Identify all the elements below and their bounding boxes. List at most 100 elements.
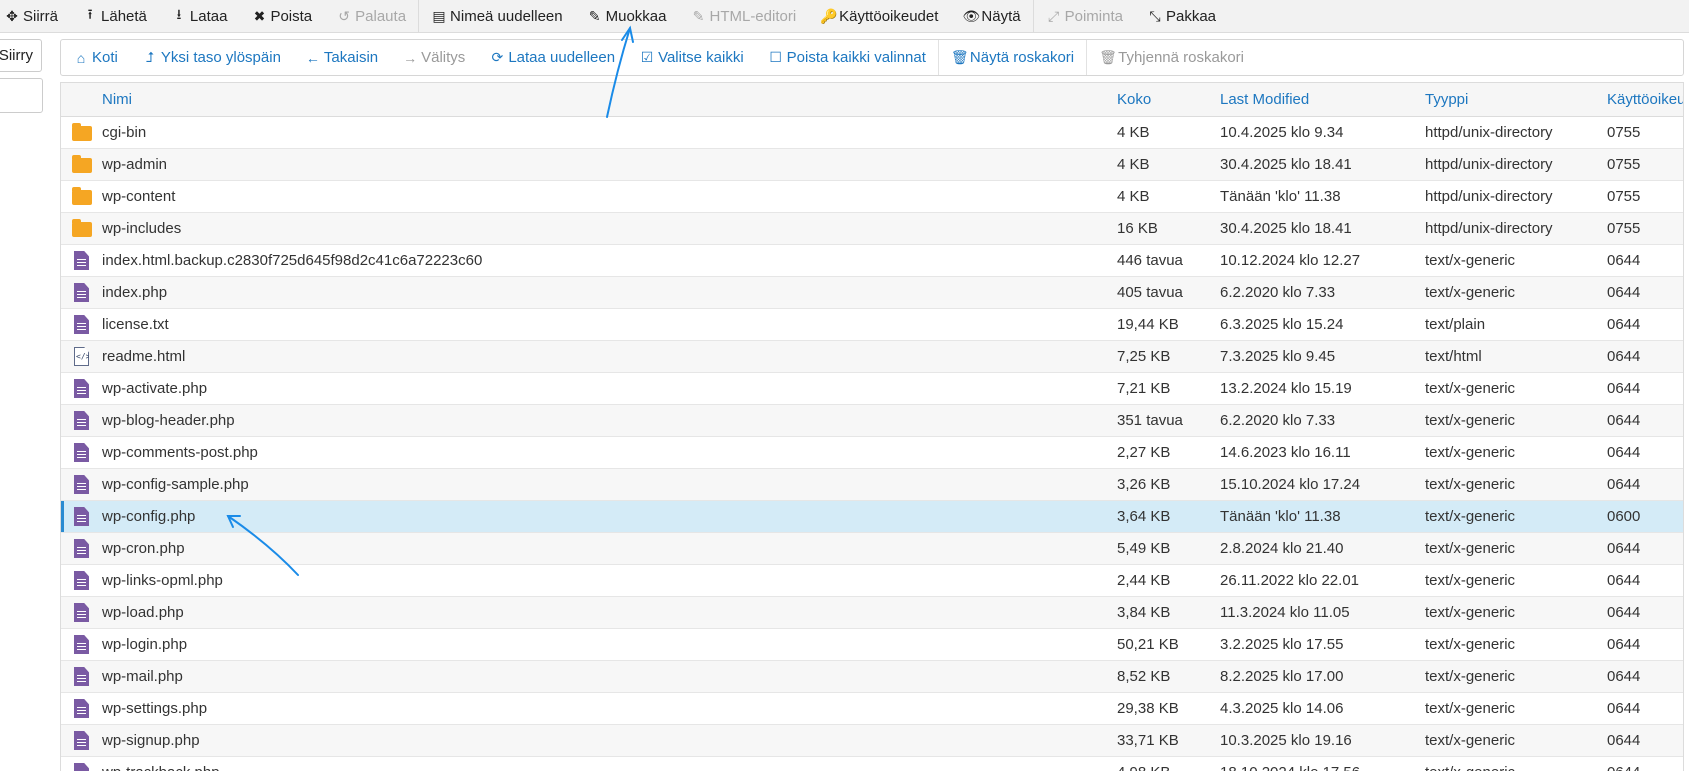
table-row[interactable]: wp-comments-post.php 2,27 KB 14.6.2023 klo… — [61, 436, 1683, 469]
file-name[interactable]: readme.html — [102, 340, 1113, 373]
toolbar-extract-button: ⤢ Poiminta — [1034, 0, 1135, 32]
table-row[interactable]: </> readme.html 7,25 KB 7.3.2025 klo 9.45 te… — [61, 340, 1683, 373]
file-name[interactable]: wp-comments-post.php — [102, 436, 1113, 469]
toolbar-rename-file-button[interactable]: ▤ Nimeä uudelleen — [419, 0, 575, 32]
table-row[interactable]: wp-content 4 KB Tänään 'klo' 11.38 httpd/un… — [61, 180, 1683, 213]
table-row[interactable]: wp-mail.php 8,52 KB 8.2.2025 klo 17.00 text… — [61, 660, 1683, 693]
nav-trash-button[interactable]: 🗑 Näytä roskakori — [939, 40, 1086, 75]
file-name[interactable]: wp-admin — [102, 148, 1113, 181]
toolbar-button-label: Palauta — [355, 7, 407, 25]
file-size: 446 tavua — [1113, 244, 1216, 277]
nav-arrow-right-button: → Välitys — [390, 40, 477, 75]
toolbar-download-button[interactable]: ⭳ Lataa — [159, 0, 240, 32]
column-header-type[interactable]: Tyyppi — [1421, 83, 1603, 117]
toolbar-button-label: Käyttöoikeudet — [839, 7, 939, 25]
file-name[interactable]: wp-login.php — [102, 628, 1113, 661]
row-icon-cell — [61, 148, 102, 181]
toolbar-move-button[interactable]: ✥ Siirrä — [0, 0, 70, 32]
row-icon-cell — [61, 116, 102, 149]
table-row[interactable]: wp-config.php 3,64 KB Tänään 'klo' 11.38 te… — [61, 500, 1683, 533]
column-header-name[interactable]: Nimi — [102, 83, 1113, 117]
file-size: 7,21 KB — [1113, 372, 1216, 405]
nav-home-button[interactable]: ⌂ Koti — [61, 40, 130, 75]
file-icon — [74, 443, 89, 462]
rename-file-icon: ▤ — [432, 7, 446, 24]
table-row[interactable]: cgi-bin 4 KB 10.4.2025 klo 9.34 httpd/unix-… — [61, 116, 1683, 149]
file-size: 4 KB — [1113, 148, 1216, 181]
nav-level-up-button[interactable]: ⮥ Yksi taso ylöspäin — [130, 40, 293, 75]
table-row[interactable]: wp-settings.php 29,38 KB 4.3.2025 klo 14.0… — [61, 692, 1683, 725]
table-row[interactable]: wp-activate.php 7,21 KB 13.2.2024 klo 15.1… — [61, 372, 1683, 405]
file-name[interactable]: wp-trackback.php — [102, 756, 1113, 771]
nav-refresh-button[interactable]: ⟳ Lataa uudelleen — [477, 40, 627, 75]
file-name[interactable]: index.php — [102, 276, 1113, 309]
table-row[interactable]: wp-config-sample.php 3,26 KB 15.10.2024 kl… — [61, 468, 1683, 501]
file-name[interactable]: cgi-bin — [102, 116, 1113, 149]
file-name[interactable]: wp-includes — [102, 212, 1113, 245]
file-name[interactable]: wp-content — [102, 180, 1113, 213]
file-type: text/x-generic — [1421, 756, 1603, 771]
toolbar-eye-button[interactable]: 👁 Näytä — [950, 0, 1032, 32]
table-row[interactable]: wp-load.php 3,84 KB 11.3.2024 klo 11.05 tex… — [61, 596, 1683, 629]
table-row[interactable]: wp-trackback.php4,98 KB18.10.2024 klo 17… — [61, 756, 1683, 771]
file-name[interactable]: wp-signup.php — [102, 724, 1113, 757]
folder-icon — [71, 186, 92, 205]
table-row[interactable]: license.txt 19,44 KB 6.3.2025 klo 15.24 tex… — [61, 308, 1683, 341]
directory-tree-panel[interactable] — [0, 78, 43, 113]
level-up-icon: ⮥ — [145, 49, 154, 65]
toolbar-upload-button[interactable]: ⭱ Lähetä — [70, 0, 159, 32]
table-row[interactable]: wp-signup.php 33,71 KB 10.3.2025 klo 19.16… — [61, 724, 1683, 757]
column-header-permissions[interactable]: Käyttöoikeudet — [1603, 83, 1683, 117]
arrow-left-icon: ← — [305, 49, 320, 66]
checkbox-empty-icon: ☐ — [769, 49, 782, 65]
file-name[interactable]: wp-settings.php — [102, 692, 1113, 725]
file-permissions: 0644 — [1603, 692, 1683, 725]
nav-button-label: Koti — [92, 49, 118, 66]
file-manager-toolbar: ✥ Siirrä ⭱ Lähetä ⭳ Lataa ✖ Poista ↺ Palauta ▤ Nime… — [0, 0, 1689, 33]
file-permissions: 0644 — [1603, 244, 1683, 277]
file-modified: 30.4.2025 klo 18.41 — [1216, 212, 1421, 245]
table-row[interactable]: wp-includes 16 KB 30.4.2025 klo 18.41 httpd… — [61, 212, 1683, 245]
file-permissions: 0644 — [1603, 276, 1683, 309]
toolbar-compress-button[interactable]: ⤡ Pakkaa — [1135, 0, 1228, 32]
toolbar-button-label: Nimeä uudelleen — [450, 7, 563, 25]
file-name[interactable]: license.txt — [102, 308, 1113, 341]
file-name[interactable]: wp-mail.php — [102, 660, 1113, 693]
table-row[interactable]: index.php 405 tavua 6.2.2020 klo 7.33 text/… — [61, 276, 1683, 309]
toolbar-pencil-button[interactable]: ✎ Muokkaa — [575, 0, 679, 32]
go-button[interactable]: Siirry — [0, 39, 42, 72]
toolbar-delete-button[interactable]: ✖ Poista — [239, 0, 324, 32]
file-name[interactable]: index.html.backup.c2830f725d645f98d2c41c… — [102, 244, 1113, 277]
toolbar-button-label: Siirrä — [23, 7, 59, 25]
table-row[interactable]: wp-blog-header.php 351 tavua 6.2.2020 klo … — [61, 404, 1683, 437]
upload-icon: ⭱ — [87, 6, 93, 22]
table-row[interactable]: wp-links-opml.php 2,44 KB 26.11.2022 klo 2… — [61, 564, 1683, 597]
file-name[interactable]: wp-config.php — [102, 500, 1113, 533]
file-name[interactable]: wp-blog-header.php — [102, 404, 1113, 437]
file-name[interactable]: wp-load.php — [102, 596, 1113, 629]
file-permissions: 0644 — [1603, 660, 1683, 693]
column-header-size[interactable]: Koko — [1113, 83, 1216, 117]
table-row[interactable]: wp-admin 4 KB 30.4.2025 klo 18.41 httpd/uni… — [61, 148, 1683, 181]
table-row[interactable]: index.html.backup.c2830f725d645f98d2c41c… — [61, 244, 1683, 277]
toolbar-key-button[interactable]: 🔑 Käyttöoikeudet — [808, 0, 950, 32]
nav-checkbox-empty-button[interactable]: ☐ Poista kaikki valinnat — [756, 40, 938, 75]
column-header-last-modified[interactable]: Last Modified — [1216, 83, 1421, 117]
nav-button-label: Välitys — [421, 49, 466, 66]
file-type: text/x-generic — [1421, 276, 1603, 309]
html-editor-icon: ✎ — [692, 7, 705, 24]
file-name[interactable]: wp-config-sample.php — [102, 468, 1113, 501]
table-row[interactable]: wp-login.php 50,21 KB 3.2.2025 klo 17.55 te… — [61, 628, 1683, 661]
file-permissions: 0644 — [1603, 372, 1683, 405]
file-icon — [74, 507, 89, 526]
file-size: 405 tavua — [1113, 276, 1216, 309]
file-name[interactable]: wp-activate.php — [102, 372, 1113, 405]
column-header-icon — [61, 83, 102, 117]
file-permissions: 0755 — [1603, 148, 1683, 181]
nav-checkbox-checked-button[interactable]: ☑ Valitse kaikki — [627, 40, 756, 75]
file-name[interactable]: wp-links-opml.php — [102, 564, 1113, 597]
file-permissions: 0755 — [1603, 116, 1683, 149]
nav-arrow-left-button[interactable]: ← Takaisin — [293, 40, 390, 75]
file-name[interactable]: wp-cron.php — [102, 532, 1113, 565]
table-row[interactable]: wp-cron.php 5,49 KB 2.8.2024 klo 21.40 text… — [61, 532, 1683, 565]
